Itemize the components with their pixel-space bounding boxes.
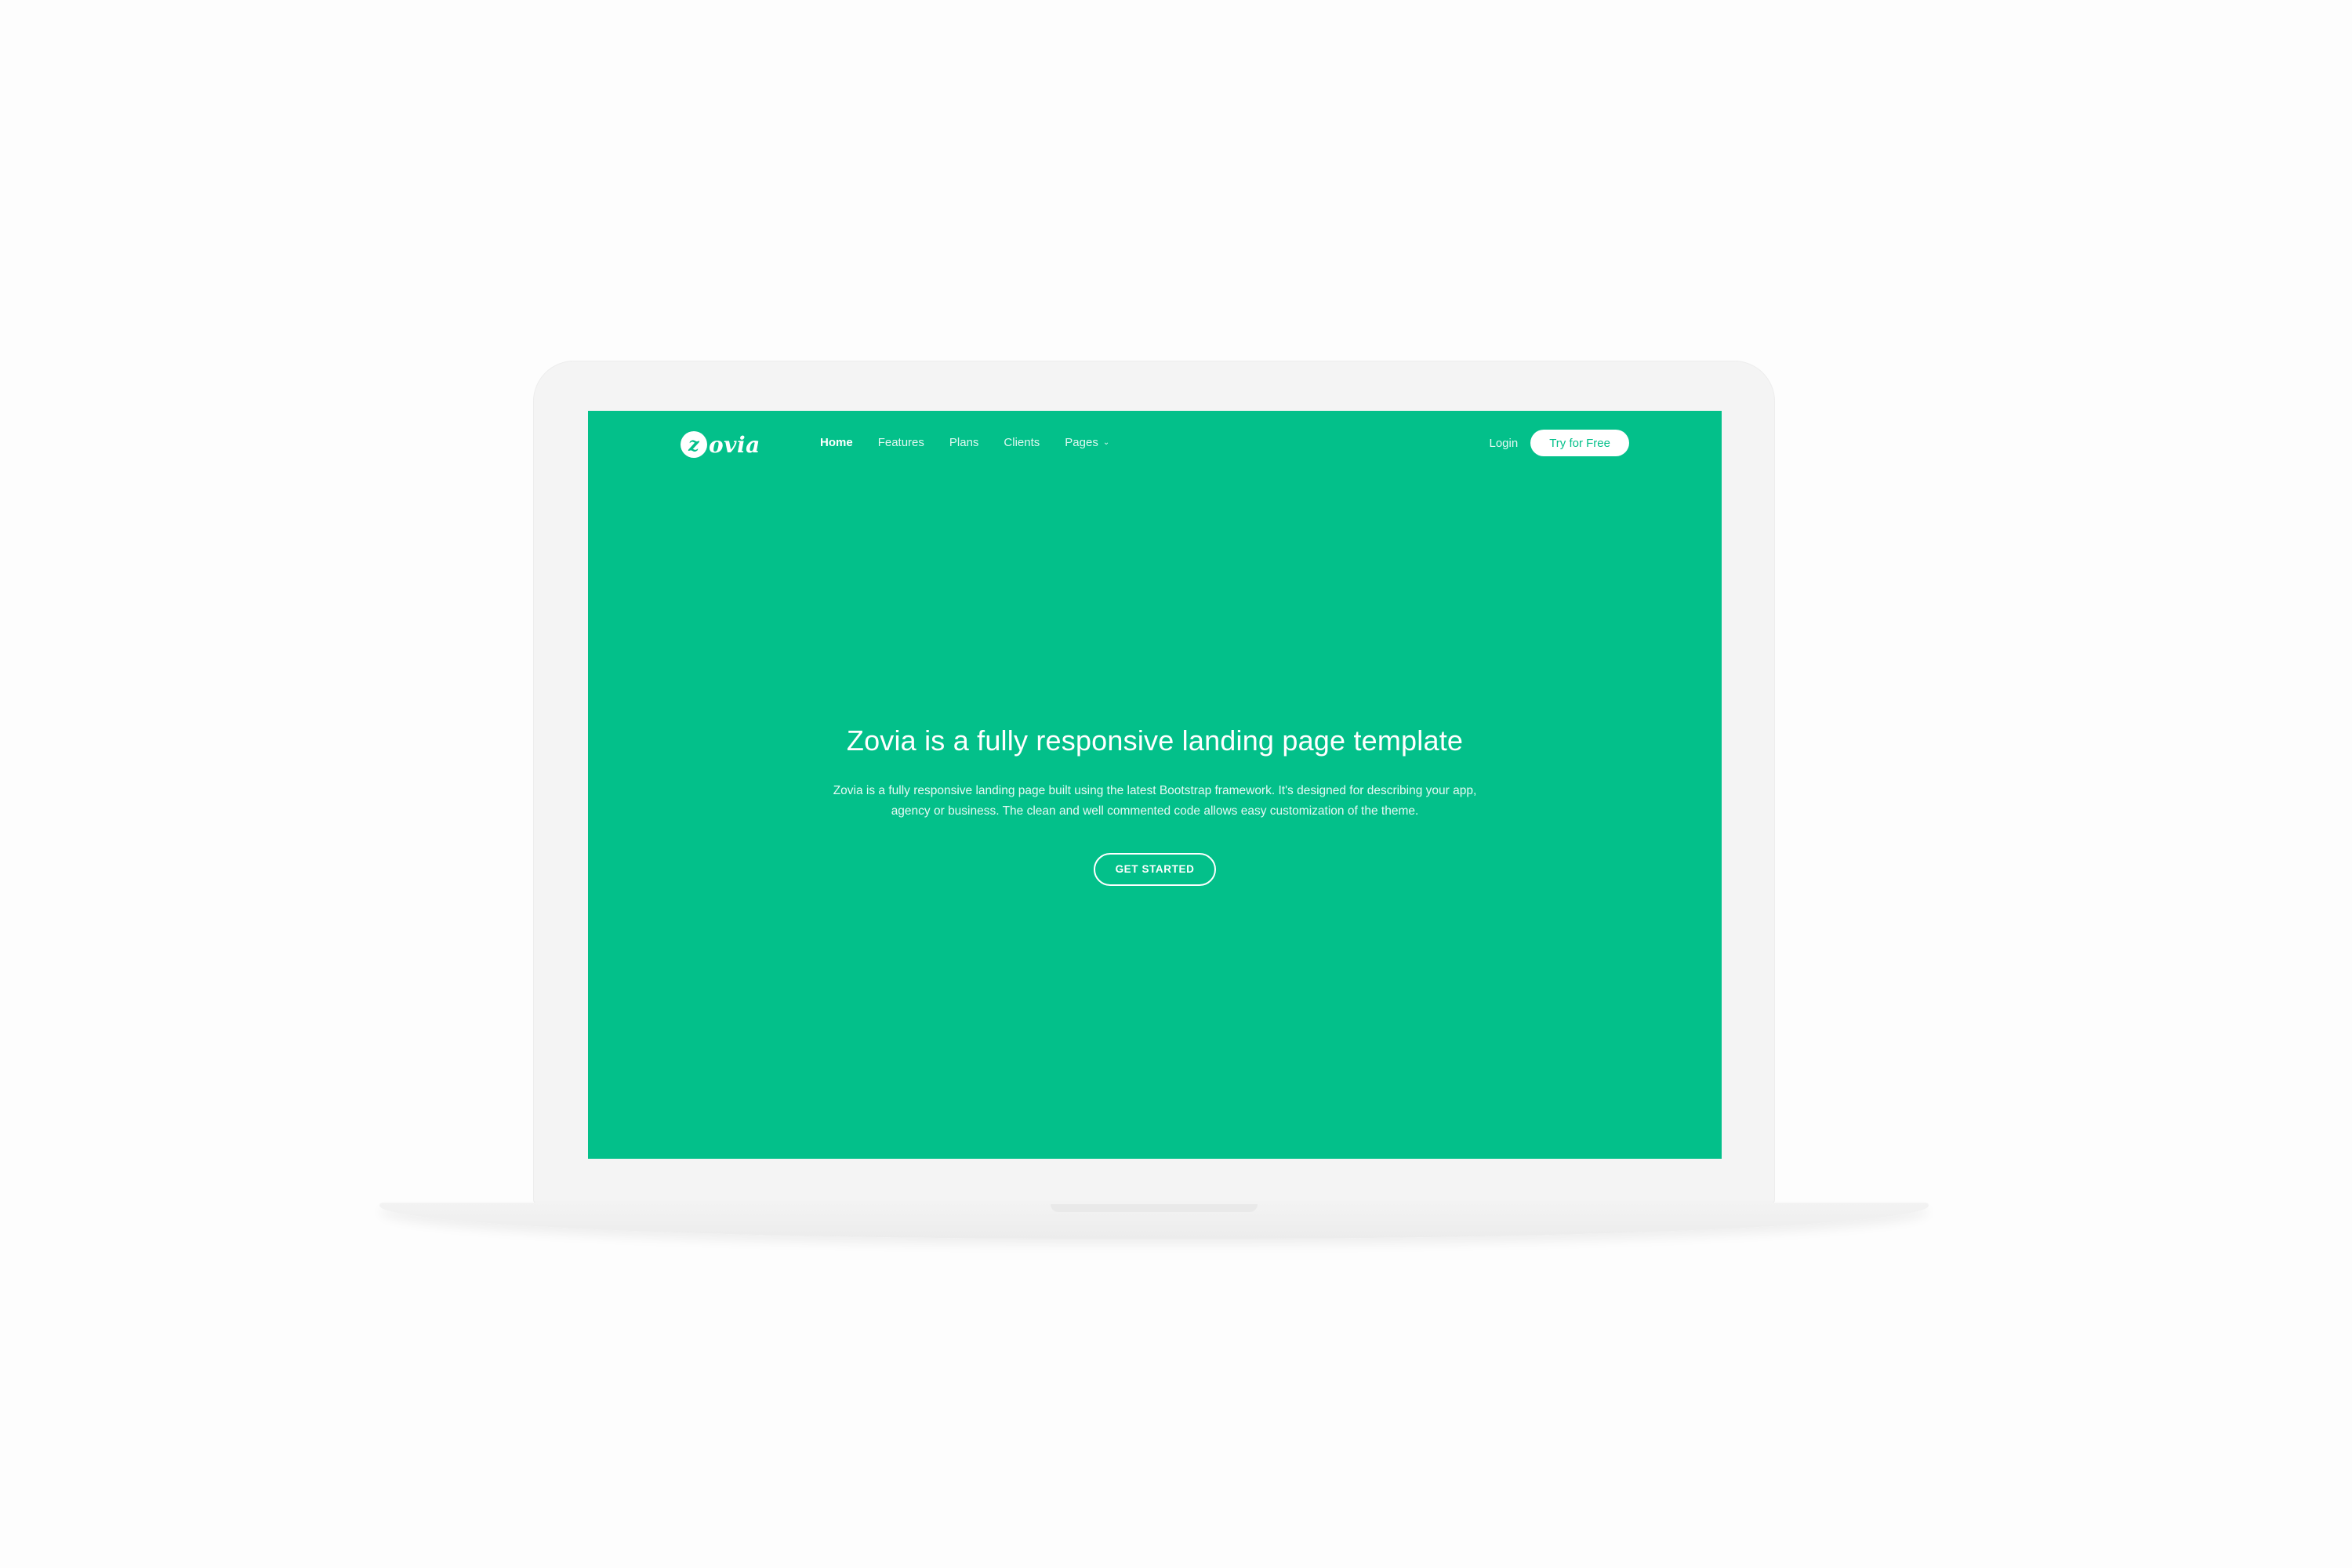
- nav-item-pages[interactable]: Pages ⌄: [1065, 436, 1109, 449]
- laptop-base-notch: [1051, 1204, 1258, 1212]
- hero-section: Zovia is a fully responsive landing page…: [588, 724, 1722, 886]
- nav-menu: Home Features Plans Clients Pages ⌄: [820, 436, 1134, 449]
- logo-wordmark: ovia: [709, 431, 760, 458]
- try-for-free-button[interactable]: Try for Free: [1530, 430, 1629, 456]
- laptop-screen: z ovia Home Features Plans Clients Pages…: [588, 411, 1722, 1159]
- nav-item-home[interactable]: Home: [820, 436, 853, 449]
- nav-actions: Login Try for Free: [1490, 430, 1629, 456]
- hero-title: Zovia is a fully responsive landing page…: [846, 724, 1464, 757]
- hero-description: Zovia is a fully responsive landing page…: [790, 781, 1519, 822]
- hero-description-line-1: Zovia is a fully responsive landing page…: [833, 784, 1477, 797]
- nav-item-pages-label: Pages: [1065, 436, 1098, 449]
- get-started-button[interactable]: GET STARTED: [1093, 853, 1217, 886]
- navbar: z ovia Home Features Plans Clients Pages…: [588, 411, 1722, 477]
- nav-item-features[interactable]: Features: [878, 436, 924, 449]
- chevron-down-icon: ⌄: [1102, 438, 1110, 447]
- login-link[interactable]: Login: [1490, 437, 1519, 450]
- logo-badge: z: [681, 431, 707, 458]
- brand-logo[interactable]: z ovia: [681, 430, 760, 459]
- hero-description-line-2: agency or business. The clean and well c…: [891, 804, 1419, 818]
- nav-item-clients[interactable]: Clients: [1004, 436, 1040, 449]
- mockup-stage: z ovia Home Features Plans Clients Pages…: [0, 0, 2352, 1568]
- nav-item-plans[interactable]: Plans: [949, 436, 979, 449]
